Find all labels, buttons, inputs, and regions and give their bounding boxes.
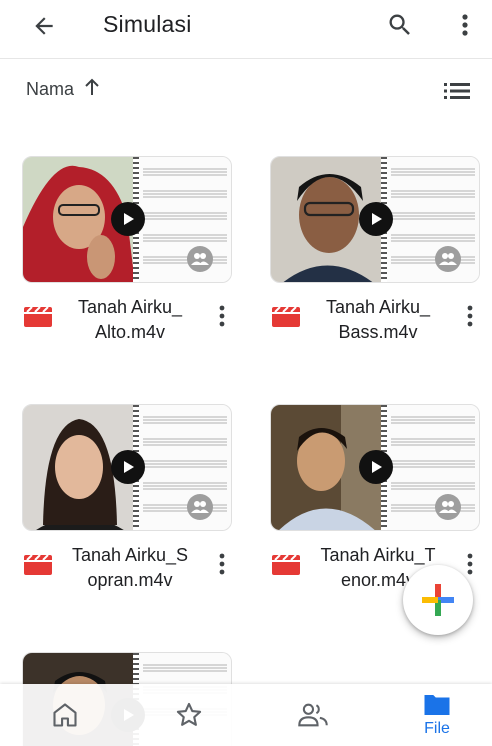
video-file-icon <box>24 552 52 581</box>
shared-people-icon <box>187 494 213 520</box>
nav-shared[interactable] <box>277 684 349 746</box>
more-vert-icon[interactable] <box>460 301 480 331</box>
video-file-icon <box>24 304 52 333</box>
file-name-line: Tanah Airku_T <box>320 545 436 565</box>
sort-label: Nama <box>26 79 75 99</box>
list-view-icon[interactable] <box>441 78 473 104</box>
shared-people-icon <box>435 246 461 272</box>
file-name-line: Tanah Airku_ <box>325 297 431 317</box>
video-thumbnail[interactable] <box>270 404 480 531</box>
plus-icon <box>422 584 454 616</box>
folder-icon <box>424 695 450 715</box>
video-file-icon <box>272 304 300 333</box>
app-bar: Simulasi <box>0 0 492 56</box>
more-vert-icon[interactable] <box>460 549 480 579</box>
home-icon <box>53 703 77 727</box>
file-name: Tanah Airku_ Alto.m4v <box>62 295 198 345</box>
file-card[interactable]: Tanah Airku_S opran.m4v <box>22 404 232 607</box>
file-name-line: Alto.m4v <box>94 322 166 342</box>
file-name-line: Tanah Airku_ <box>77 297 183 317</box>
shared-people-icon <box>187 246 213 272</box>
play-icon[interactable] <box>111 450 145 484</box>
file-card[interactable]: Tanah Airku_ Bass.m4v <box>270 156 480 359</box>
shared-icon <box>298 703 328 727</box>
video-file-icon <box>272 552 300 581</box>
sheet-music-image <box>383 405 479 530</box>
sheet-music-image <box>383 157 479 282</box>
video-thumbnail[interactable] <box>270 156 480 283</box>
play-icon[interactable] <box>359 450 393 484</box>
file-name-line: Bass.m4v <box>338 322 418 342</box>
more-vert-icon[interactable] <box>212 301 232 331</box>
play-icon[interactable] <box>111 202 145 236</box>
file-card[interactable]: Tanah Airku_ Alto.m4v <box>22 156 232 359</box>
video-thumbnail[interactable] <box>22 404 232 531</box>
page-title: Simulasi <box>103 11 192 37</box>
sheet-music-image <box>135 157 231 282</box>
arrow-up-icon <box>84 78 100 101</box>
star-icon <box>176 702 202 726</box>
arrow-back-icon[interactable] <box>28 10 60 42</box>
bottom-navigation: File <box>0 684 492 746</box>
more-vert-icon[interactable] <box>450 8 480 42</box>
more-vert-icon[interactable] <box>212 549 232 579</box>
nav-starred[interactable] <box>153 684 225 746</box>
play-icon[interactable] <box>359 202 393 236</box>
file-name-line: Tanah Airku_S <box>71 545 189 565</box>
divider <box>0 58 492 59</box>
nav-files-label: File <box>424 720 450 737</box>
nav-home[interactable] <box>29 684 101 746</box>
sort-control[interactable]: Nama <box>26 78 100 101</box>
search-icon[interactable] <box>383 8 417 42</box>
create-new-button[interactable] <box>403 565 473 635</box>
file-name-line: opran.m4v <box>87 570 173 590</box>
file-name: Tanah Airku_S opran.m4v <box>62 543 198 593</box>
file-name: Tanah Airku_ Bass.m4v <box>310 295 446 345</box>
shared-people-icon <box>435 494 461 520</box>
video-thumbnail[interactable] <box>22 156 232 283</box>
nav-files[interactable]: File <box>401 684 473 746</box>
sheet-music-image <box>135 405 231 530</box>
